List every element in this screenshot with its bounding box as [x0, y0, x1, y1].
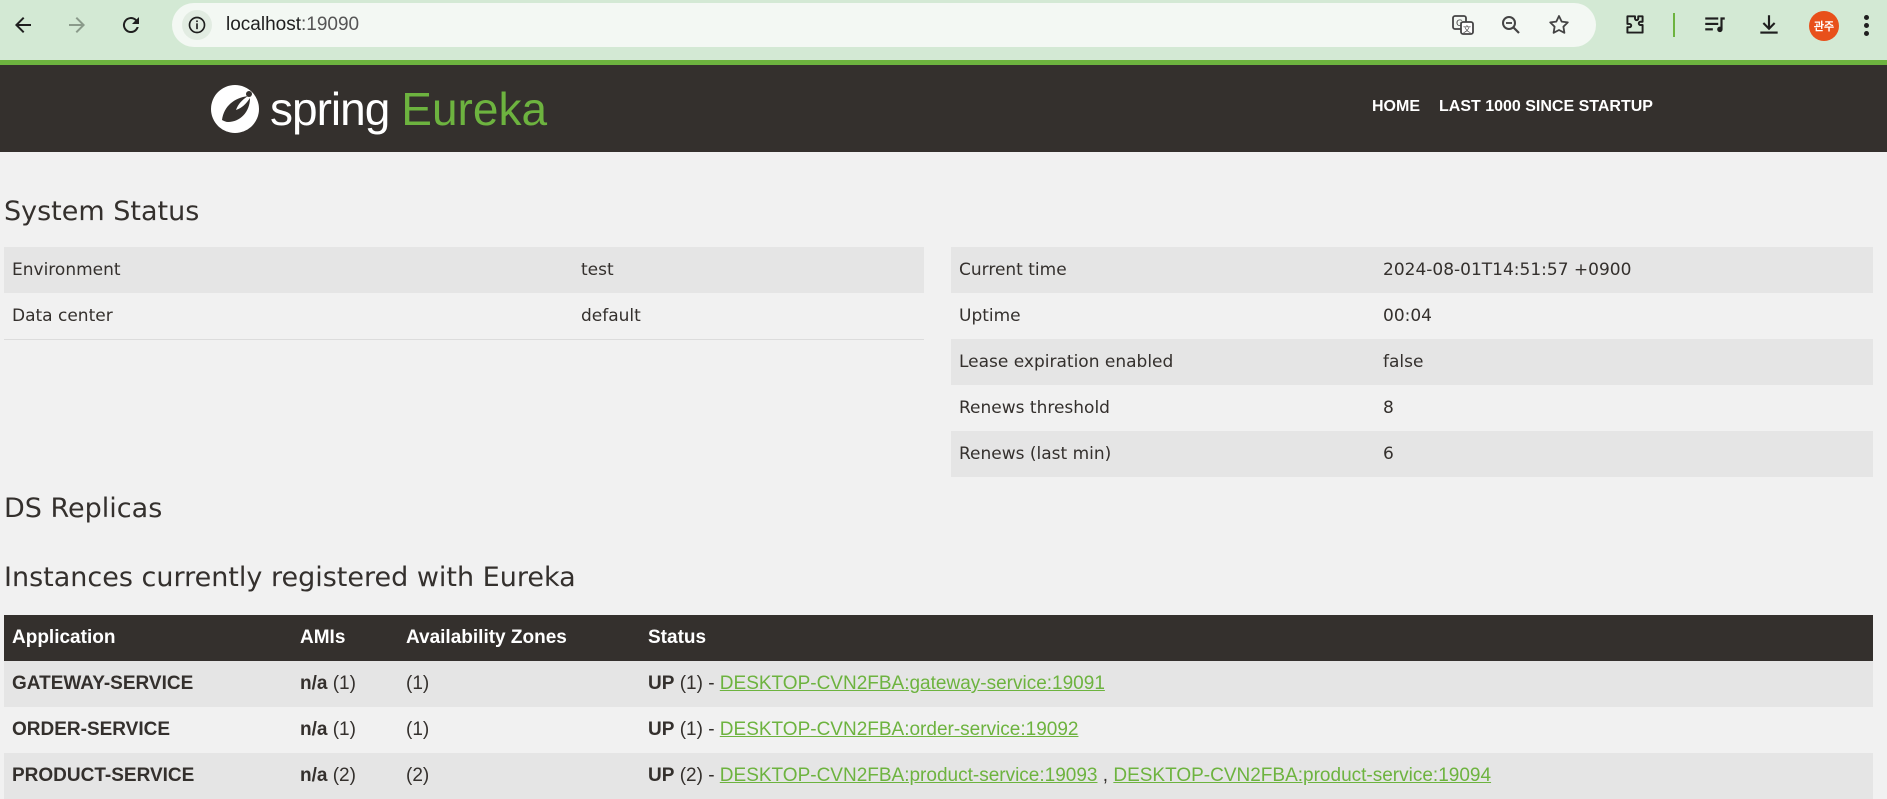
status-label: Renews threshold [951, 385, 1375, 431]
application-name: GATEWAY-SERVICE [4, 661, 292, 707]
system-status-left-table: Environment test Data center default [4, 247, 924, 340]
system-status-heading: System Status [4, 196, 200, 227]
amis-count: (1) [332, 719, 356, 740]
site-info-button[interactable] [182, 10, 212, 40]
status-up: UP [648, 673, 675, 694]
table-header-row: Application AMIs Availability Zones Stat… [4, 615, 1873, 661]
status-label: Current time [951, 247, 1375, 293]
ds-replicas-heading: DS Replicas [4, 493, 163, 524]
status-up: UP [648, 719, 675, 740]
bookmark-star-icon[interactable] [1545, 11, 1573, 39]
instance-link[interactable]: DESKTOP-CVN2FBA:order-service:19092 [720, 719, 1079, 740]
application-name: PRODUCT-SERVICE [4, 753, 292, 799]
status-label: Uptime [951, 293, 1375, 339]
status-count: (1) - [679, 673, 715, 694]
arrow-left-icon [15, 17, 31, 33]
back-button[interactable] [6, 8, 40, 42]
toolbar-divider [1673, 13, 1675, 37]
instances-table: Application AMIs Availability Zones Stat… [4, 615, 1873, 799]
nav-link-home[interactable]: HOME [1372, 98, 1420, 116]
amis-label: n/a [300, 719, 328, 740]
info-icon [188, 16, 206, 34]
url-port: :19090 [301, 14, 360, 35]
status-value: 8 [1375, 385, 1873, 431]
instances-heading: Instances currently registered with Eure… [4, 562, 576, 593]
svg-text:文: 文 [1463, 24, 1471, 34]
table-row: ORDER-SERVICE n/a (1) (1) UP (1) - DESKT… [4, 707, 1873, 753]
status-cell: UP (1) - DESKTOP-CVN2FBA:gateway-service… [640, 661, 1873, 707]
status-up: UP [648, 765, 675, 786]
table-row: Lease expiration enabled false [951, 339, 1873, 385]
application-name: ORDER-SERVICE [4, 707, 292, 753]
amis-count: (2) [332, 765, 356, 786]
nav-link-last-1000[interactable]: LAST 1000 SINCE STARTUP [1439, 98, 1653, 116]
column-header-application: Application [4, 615, 292, 661]
system-status-right-table: Current time 2024-08-01T14:51:57 +0900 U… [951, 247, 1873, 477]
address-bar[interactable]: localhost:19090 G文 [172, 3, 1596, 47]
spring-eureka-logo[interactable]: spring Eureka [208, 81, 547, 137]
extensions-icon[interactable] [1619, 9, 1651, 41]
url-text[interactable]: localhost:19090 [226, 14, 359, 36]
nav-links: HOME LAST 1000 SINCE STARTUP [1372, 98, 1653, 116]
translate-icon[interactable]: G文 [1449, 11, 1477, 39]
browser-toolbar: localhost:19090 G文 관주 [0, 0, 1887, 60]
status-cell: UP (2) - DESKTOP-CVN2FBA:product-service… [640, 753, 1873, 799]
zones-cell: (1) [398, 707, 640, 753]
table-row: Current time 2024-08-01T14:51:57 +0900 [951, 247, 1873, 293]
status-value: test [573, 247, 924, 293]
table-row: PRODUCT-SERVICE n/a (2) (2) UP (2) - DES… [4, 753, 1873, 799]
browser-menu-icon[interactable] [1856, 12, 1876, 40]
spring-leaf-icon [211, 85, 259, 133]
status-cell: UP (1) - DESKTOP-CVN2FBA:order-service:1… [640, 707, 1873, 753]
status-label: Data center [4, 293, 573, 340]
status-label: Renews (last min) [951, 431, 1375, 477]
amis-label: n/a [300, 673, 328, 694]
amis-count: (1) [332, 673, 356, 694]
reload-button[interactable] [114, 8, 148, 42]
table-row: Environment test [4, 247, 924, 293]
amis-cell: n/a (2) [292, 753, 398, 799]
status-value: false [1375, 339, 1873, 385]
instance-link[interactable]: DESKTOP-CVN2FBA:product-service:19093 [720, 765, 1098, 786]
zoom-icon[interactable] [1497, 11, 1525, 39]
instance-link[interactable]: DESKTOP-CVN2FBA:gateway-service:19091 [720, 673, 1105, 694]
media-queue-icon[interactable] [1699, 9, 1731, 41]
amis-cell: n/a (1) [292, 661, 398, 707]
zones-cell: (1) [398, 661, 640, 707]
table-row: Renews threshold 8 [951, 385, 1873, 431]
amis-label: n/a [300, 765, 328, 786]
reload-icon [122, 17, 139, 34]
table-row: GATEWAY-SERVICE n/a (1) (1) UP (1) - DES… [4, 661, 1873, 707]
status-value: default [573, 293, 924, 340]
status-count: (1) - [679, 719, 715, 740]
column-header-amis: AMIs [292, 615, 398, 661]
profile-avatar[interactable]: 관주 [1809, 11, 1839, 41]
eureka-navbar: spring Eureka HOME LAST 1000 SINCE START… [0, 65, 1887, 152]
logo-eureka-text: Eureka [401, 83, 548, 135]
instance-link[interactable]: DESKTOP-CVN2FBA:product-service:19094 [1113, 765, 1491, 786]
download-icon[interactable] [1753, 9, 1785, 41]
column-header-status: Status [640, 615, 1873, 661]
zones-cell: (2) [398, 753, 640, 799]
status-value: 2024-08-01T14:51:57 +0900 [1375, 247, 1873, 293]
arrow-right-icon [69, 17, 85, 33]
table-row: Data center default [4, 293, 924, 340]
status-value: 00:04 [1375, 293, 1873, 339]
status-label: Lease expiration enabled [951, 339, 1375, 385]
column-header-availability-zones: Availability Zones [398, 615, 640, 661]
status-value: 6 [1375, 431, 1873, 477]
status-count: (2) - [679, 765, 715, 786]
url-host: localhost [226, 14, 301, 35]
logo-spring-text: spring [270, 83, 390, 135]
table-row: Renews (last min) 6 [951, 431, 1873, 477]
table-row: Uptime 00:04 [951, 293, 1873, 339]
link-separator: , [1102, 765, 1109, 786]
amis-cell: n/a (1) [292, 707, 398, 753]
status-label: Environment [4, 247, 573, 293]
forward-button[interactable] [60, 8, 94, 42]
